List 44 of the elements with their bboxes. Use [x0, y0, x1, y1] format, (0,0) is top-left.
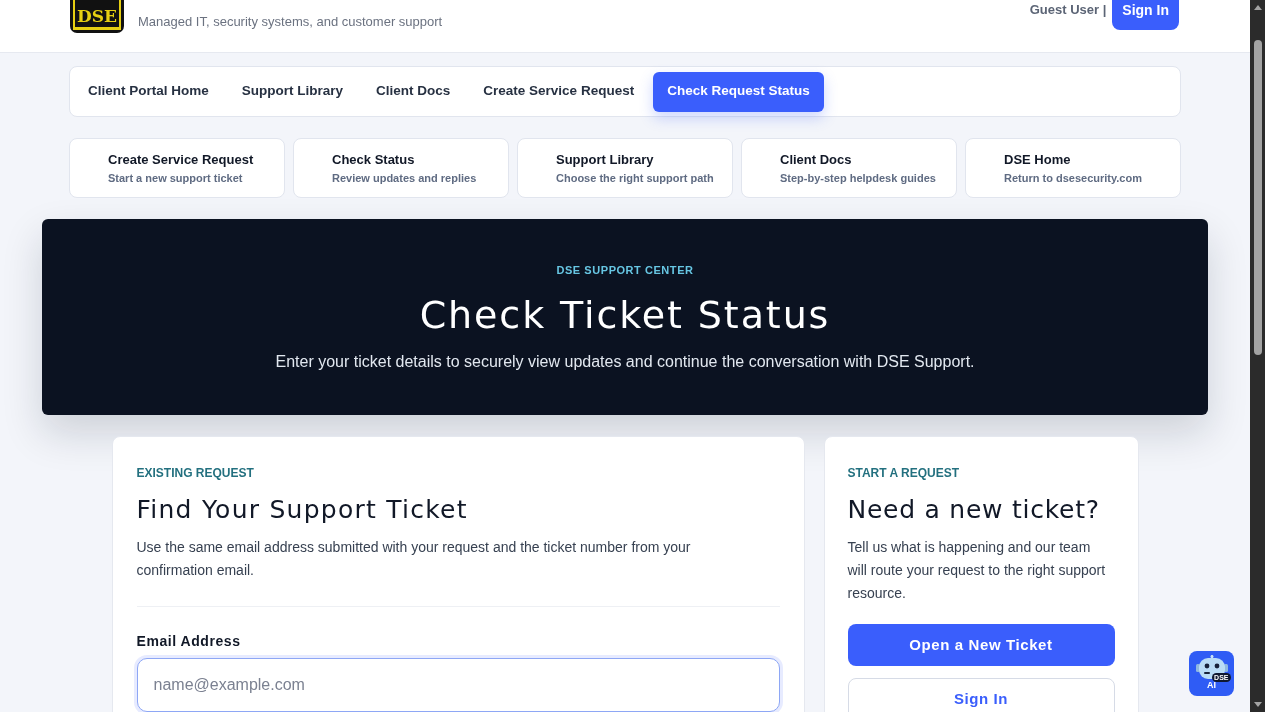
quick-link-title: Client Docs — [780, 151, 853, 167]
card-title: Need a new ticket? — [847, 494, 1101, 526]
email-input[interactable]: name@example.com — [136, 658, 780, 712]
scrollbar-thumb[interactable] — [1253, 40, 1262, 355]
nav-tab[interactable]: Client Portal Home — [74, 71, 223, 112]
quick-link-card[interactable]: Create Service Request Start a new support ticket — [69, 138, 285, 198]
quick-link-card[interactable]: Support Library Choose the right support path — [517, 138, 733, 198]
user-label: Guest User | — [1029, 1, 1107, 20]
card-description: Use the same email address submitted with your request and the ticket number from your confirmation email. — [136, 538, 692, 580]
assistant-label: AI — [1207, 680, 1216, 690]
quick-link-subtitle: Step-by-step helpdesk guides — [780, 171, 937, 185]
quick-link-subtitle: Start a new support ticket — [108, 171, 244, 185]
scroll-down-icon[interactable] — [1253, 702, 1262, 707]
robot-icon — [1195, 655, 1228, 679]
tagline: Managed IT, security systems, and customer support — [138, 13, 443, 31]
sign-in-button[interactable]: Sign In — [1112, 0, 1179, 30]
company-logo[interactable]: DSE — [70, 0, 124, 33]
logo-text: DSE — [77, 6, 117, 26]
hero-title: Check Ticket Status — [419, 293, 831, 337]
nav-tab[interactable]: Support Library — [227, 71, 358, 112]
hero-eyebrow: DSE SUPPORT CENTER — [556, 264, 694, 277]
quick-link-title: Create Service Request — [108, 151, 255, 167]
sign-in-button[interactable]: Sign In — [847, 678, 1115, 712]
quick-link-card[interactable]: DSE Home Return to dsesecurity.com — [965, 138, 1181, 198]
card-description: Tell us what is happening and our team will route your request to the right support resource. — [847, 538, 1106, 603]
card-eyebrow: START A REQUEST — [847, 466, 961, 480]
quick-link-subtitle: Return to dsesecurity.com — [1004, 171, 1143, 185]
quick-link-title: Check Status — [332, 151, 416, 167]
card-eyebrow: EXISTING REQUEST — [136, 466, 255, 480]
quick-link-card[interactable]: Check Status Review updates and replies — [293, 138, 509, 198]
quick-link-subtitle: Review updates and replies — [332, 171, 478, 185]
hero-subtitle: Enter your ticket details to securely view updates and continue the conversation with DSE Support. — [275, 352, 975, 372]
nav-tab[interactable]: Create Service Request — [469, 71, 649, 112]
scrollbar[interactable] — [1250, 0, 1265, 712]
quick-link-card[interactable]: Client Docs Step-by-step helpdesk guides — [741, 138, 957, 198]
scroll-up-icon[interactable] — [1253, 5, 1262, 10]
nav-tab[interactable]: Client Docs — [362, 71, 465, 112]
open-ticket-button[interactable]: Open a New Ticket — [847, 624, 1115, 666]
card-title: Find Your Support Ticket — [136, 494, 469, 526]
field-label: Email Address — [136, 632, 242, 650]
quick-link-title: Support Library — [556, 151, 655, 167]
quick-link-title: DSE Home — [1004, 151, 1072, 167]
quick-link-subtitle: Choose the right support path — [556, 171, 715, 185]
nav-tab[interactable]: Check Request Status — [653, 71, 824, 112]
